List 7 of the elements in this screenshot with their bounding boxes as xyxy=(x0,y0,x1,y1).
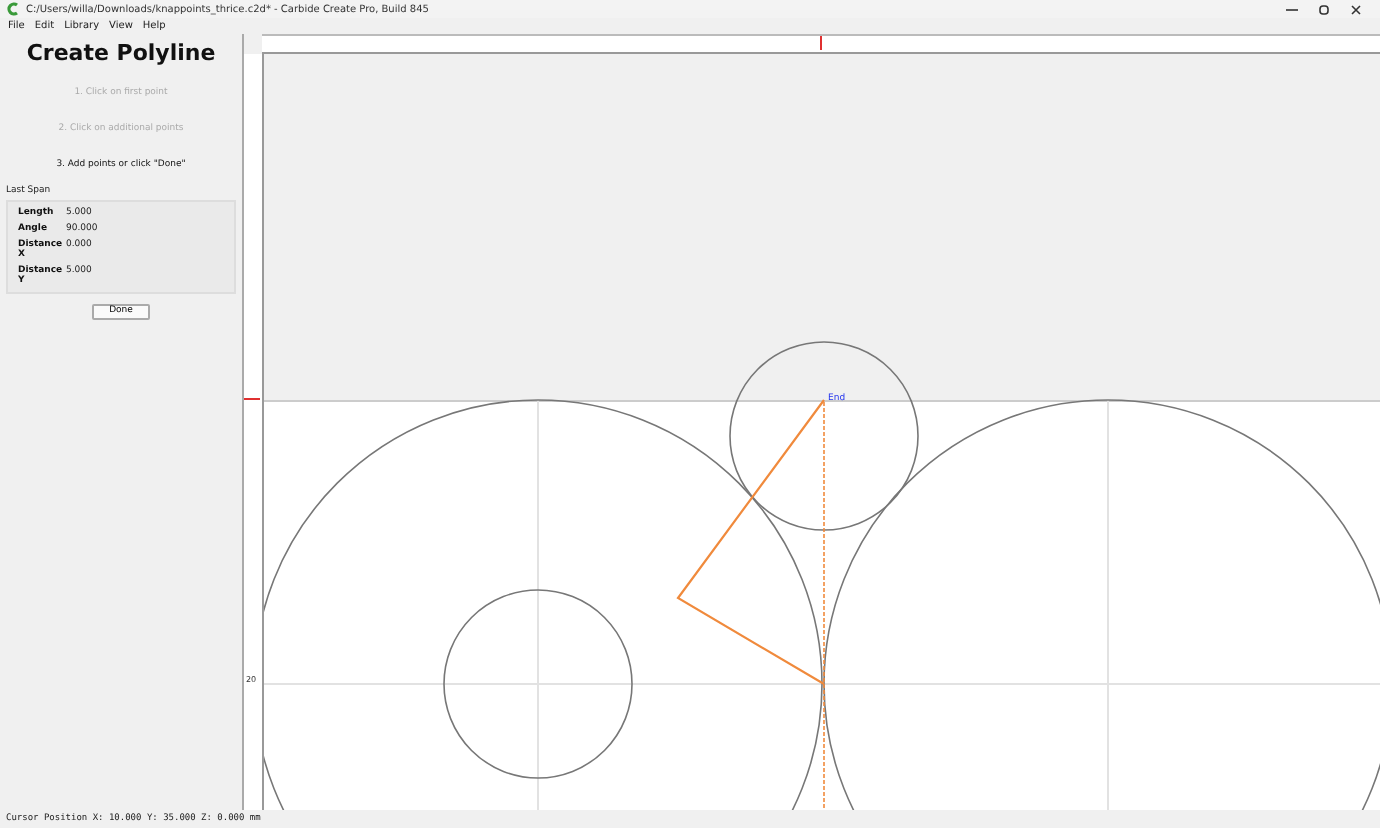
panel-title: Create Polyline xyxy=(24,40,218,66)
ruler-marker xyxy=(820,36,822,50)
restore-icon[interactable] xyxy=(1318,3,1330,15)
ruler-marker xyxy=(244,398,260,400)
app-logo-icon xyxy=(6,2,20,16)
minimize-icon[interactable] xyxy=(1286,3,1298,15)
close-icon[interactable] xyxy=(1350,3,1362,15)
